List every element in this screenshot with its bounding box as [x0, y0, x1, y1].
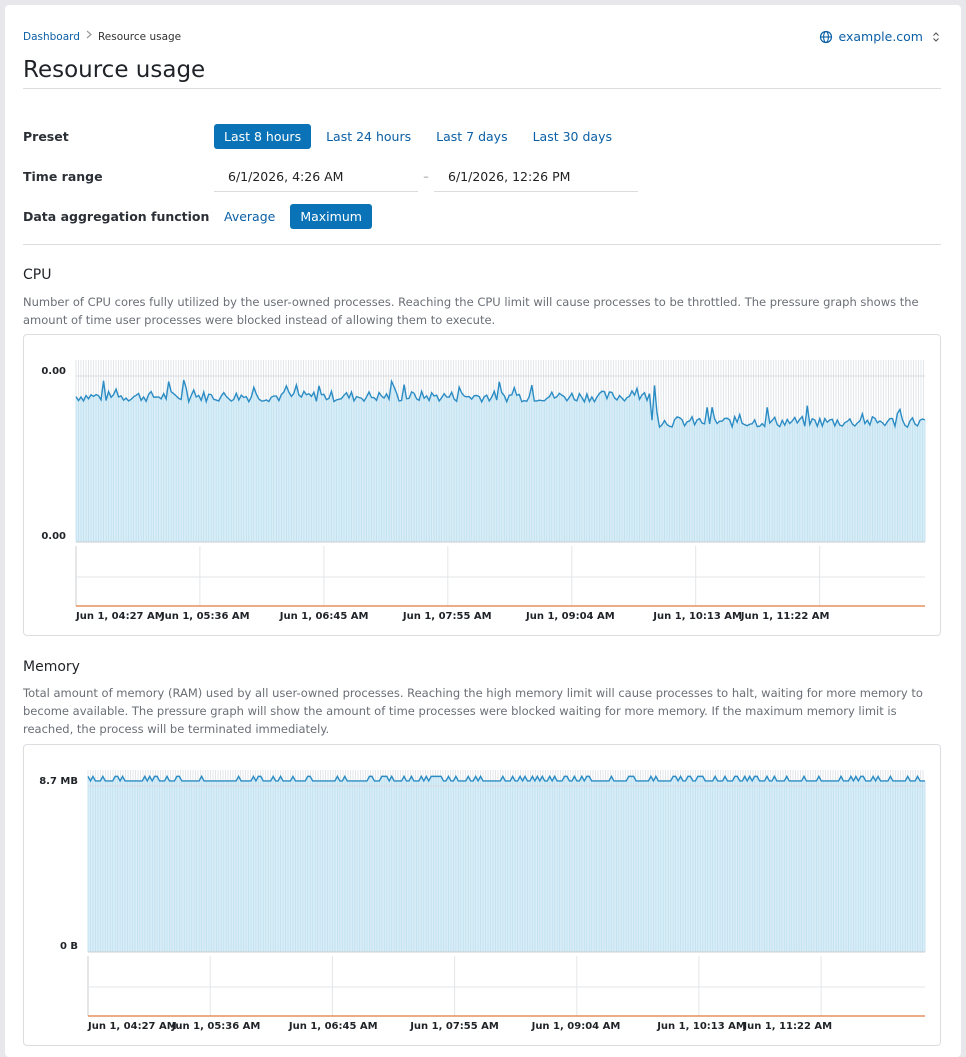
x-tick-label: Jun 1, 06:45 AM [288, 1021, 378, 1032]
x-tick-label: Jun 1, 06:45 AM [279, 611, 369, 622]
memory-chart-card: 8.7 MB 0 B Jun 1, 04:27 AM Jun 1, 05:36 AM J… [23, 744, 941, 1046]
cpu-description: Number of CPU cores fully utilized by th… [23, 295, 919, 327]
chevron-right-icon [86, 30, 92, 42]
preset-row: Preset Last 8 hours Last 24 hours Last 7… [23, 121, 941, 151]
breadcrumb: Dashboard Resource usage [23, 30, 182, 43]
memory-chart: 8.7 MB 0 B Jun 1, 04:27 AMJun 1, 05:36 AM J… [39, 770, 926, 1032]
top-bar: Dashboard Resource usage example.com [23, 29, 941, 47]
x-tick-label: Jun 1, 05:36 AM [160, 611, 250, 622]
time-range-row: Time range 6/1/2026, 4:26 AM – 6/1/2026,… [23, 160, 941, 192]
cpu-title: CPU [23, 267, 52, 283]
cpu-chart-card: 0.00 0.00 Jun 1, 04:27 AM Jun 1, 05:36 AM Ju… [23, 334, 941, 636]
y-tick-label-top: 8.7 MB [39, 776, 78, 787]
x-tick-label: Jun 1, 04:27 AM [87, 1021, 177, 1032]
x-tick-label: Jun 1, 07:55 AM [402, 611, 492, 622]
maximum-button[interactable]: Maximum [290, 203, 372, 229]
globe-icon [819, 30, 832, 43]
memory-title: Memory [23, 659, 80, 675]
aggregation-row: Data aggregation function Average Maximu… [23, 201, 941, 231]
x-tick-label: Jun 1, 11:22 AM [742, 1021, 832, 1032]
cpu-chart: 0.00 0.00 Jun 1, 04:27 AMJun 1, 05:36 AM Ju… [41, 360, 926, 622]
x-tick-label: Jun 1, 05:36 AM [171, 1021, 261, 1032]
y-tick-label-top: 0.00 [41, 366, 66, 377]
time-range-label: Time range [23, 168, 103, 184]
x-tick-label: Jun 1, 09:04 AM [525, 611, 615, 622]
preset-button-7d[interactable]: Last 7 days [426, 124, 517, 149]
aggregation-label: Data aggregation function [23, 208, 210, 224]
end-date-input[interactable]: 6/1/2026, 12:26 PM [434, 160, 638, 192]
x-tick-label: Jun 1, 10:13 AM [656, 1021, 746, 1032]
x-tick-label: Jun 1, 10:13 AM [652, 611, 742, 622]
start-date-input[interactable]: 6/1/2026, 4:26 AM [214, 160, 418, 192]
range-separator: – [423, 169, 429, 183]
site-name: example.com [838, 29, 923, 44]
x-tick-label: Jun 1, 11:22 AM [740, 611, 830, 622]
preset-label: Preset [23, 128, 69, 144]
x-tick-label: Jun 1, 04:27 AM [75, 611, 165, 622]
x-tick-label: Jun 1, 09:04 AM [531, 1021, 621, 1032]
y-tick-label-bottom: 0.00 [41, 531, 66, 542]
breadcrumb-dashboard-link[interactable]: Dashboard [23, 31, 80, 43]
x-tick-label: Jun 1, 07:55 AM [409, 1021, 499, 1032]
preset-button-24h[interactable]: Last 24 hours [316, 124, 421, 149]
breadcrumb-current: Resource usage [97, 31, 182, 43]
preset-button-8h[interactable]: Last 8 hours [214, 123, 312, 149]
page: Dashboard Resource usage example.com Res… [5, 5, 961, 1057]
y-tick-label-bottom: 0 B [60, 941, 78, 952]
page-title: Resource usage [23, 57, 206, 83]
chevron-updown-icon [933, 31, 939, 42]
divider [23, 244, 941, 245]
divider [23, 88, 941, 89]
average-button[interactable]: Average [214, 204, 285, 229]
preset-button-30d[interactable]: Last 30 days [523, 124, 622, 149]
site-selector[interactable]: example.com [819, 29, 941, 44]
memory-description: Total amount of memory (RAM) used by all… [23, 686, 923, 736]
